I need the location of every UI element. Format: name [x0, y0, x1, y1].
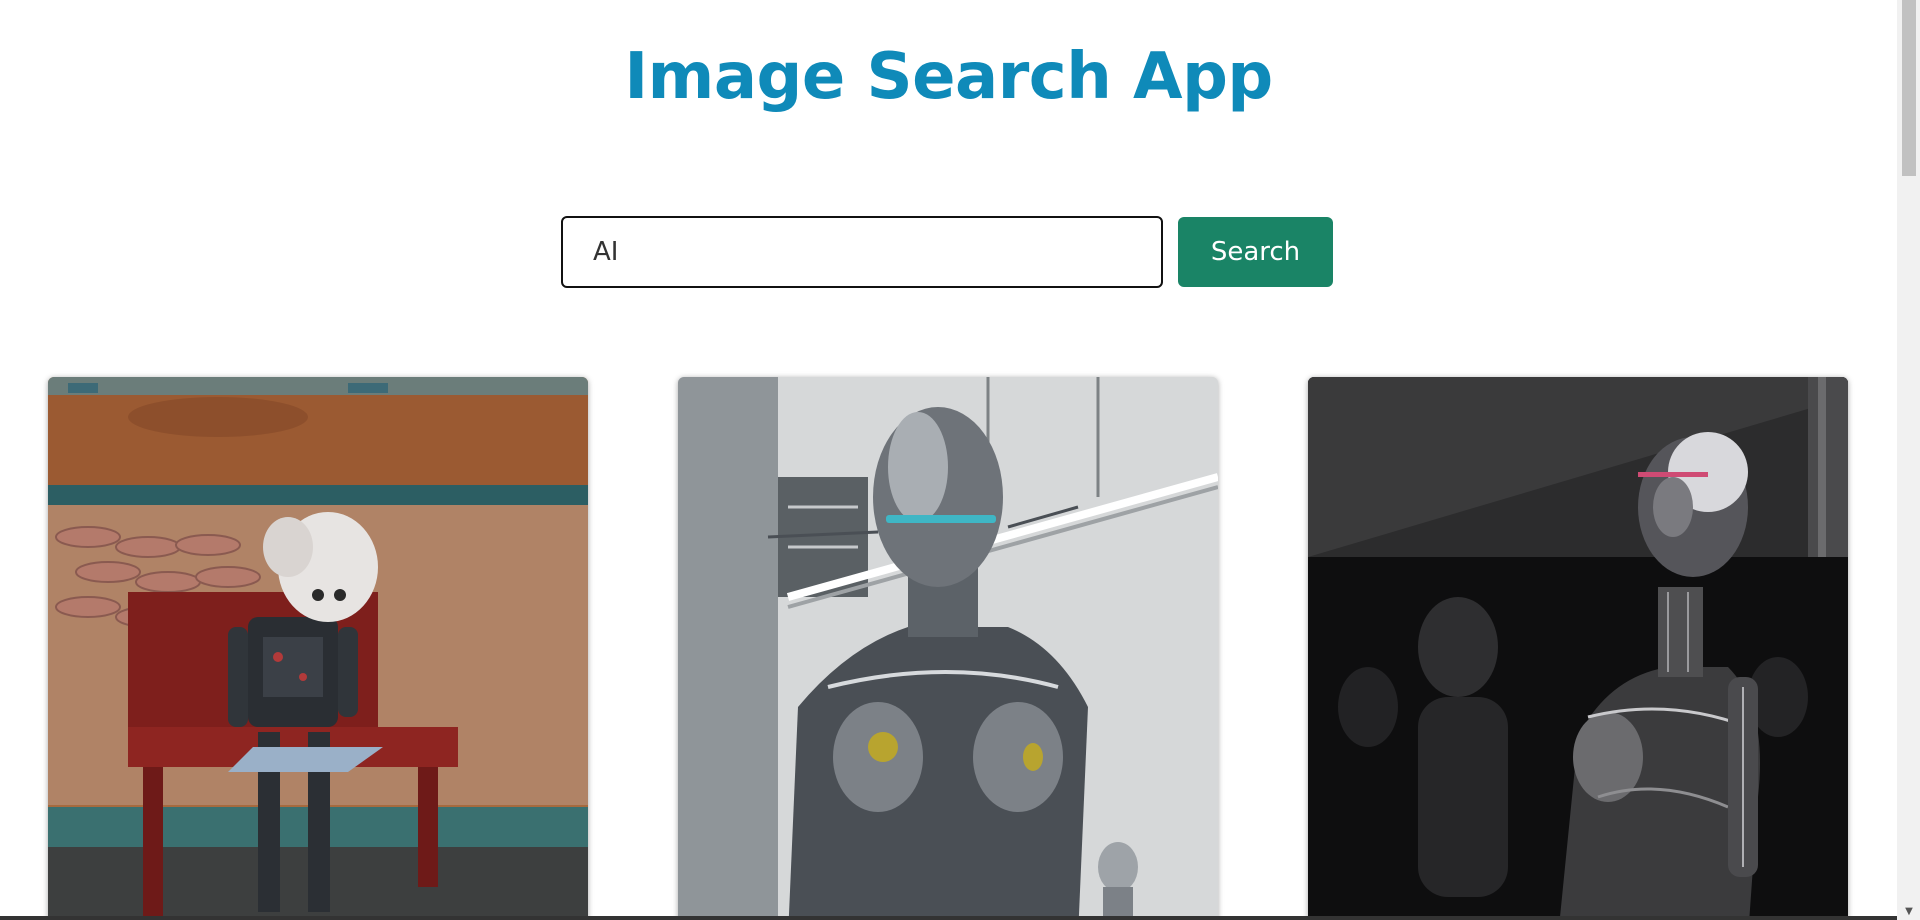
browser-viewport: Image Search App Search — [0, 0, 1920, 920]
page-bottom-border — [0, 916, 1897, 920]
page-content: Image Search App Search — [0, 0, 1897, 916]
image-card[interactable] — [48, 377, 588, 916]
page-title: Image Search App — [624, 40, 1273, 114]
result-image-robot-child — [48, 377, 588, 916]
scrollbar-thumb[interactable] — [1902, 0, 1916, 176]
result-image-chrome-robot-dark — [1308, 377, 1848, 916]
search-form: Search — [561, 216, 1333, 288]
image-card[interactable] — [1308, 377, 1848, 916]
search-button[interactable]: Search — [1178, 217, 1333, 287]
scroll-down-arrow-icon[interactable]: ▼ — [1902, 906, 1916, 918]
vertical-scrollbar[interactable]: ▼ — [1897, 0, 1920, 920]
image-card[interactable] — [678, 377, 1218, 916]
result-image-chrome-robot — [678, 377, 1218, 916]
search-input[interactable] — [561, 216, 1163, 288]
